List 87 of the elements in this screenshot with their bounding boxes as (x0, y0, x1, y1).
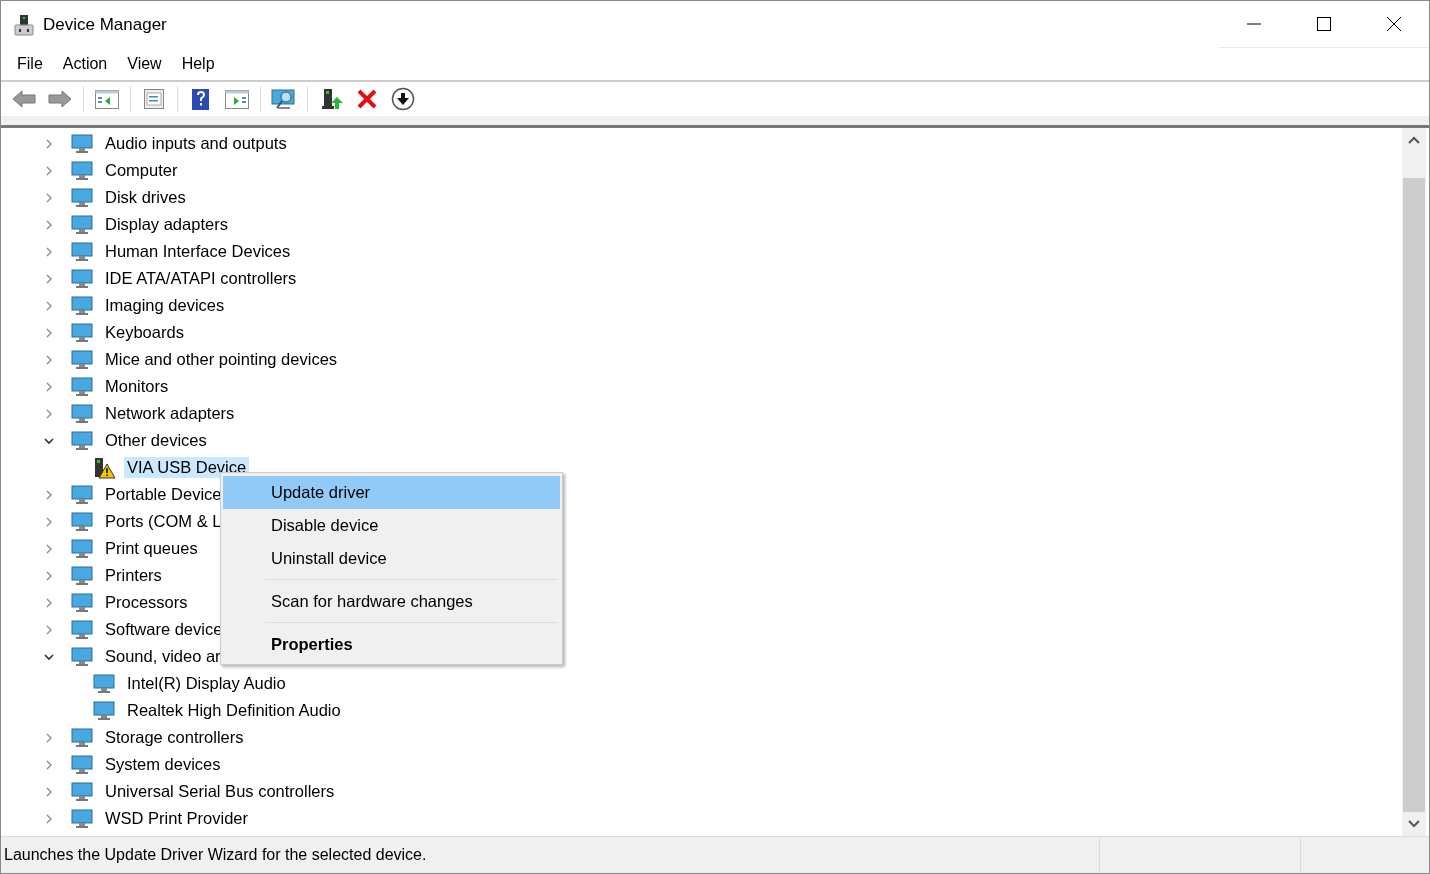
device-icon (70, 267, 94, 290)
device-icon (70, 375, 94, 398)
menu-item[interactable]: Action (52, 55, 118, 73)
device-icon (70, 240, 94, 263)
menu-item[interactable]: Scan for hardware changes (223, 585, 560, 618)
device-icon (70, 321, 94, 344)
device-icon (70, 483, 94, 506)
expand-chevron-icon[interactable] (44, 327, 54, 338)
tree-item[interactable]: System devices (102, 754, 224, 775)
menu-item[interactable]: Update driver (223, 476, 560, 509)
expand-chevron-icon[interactable] (44, 543, 54, 554)
device-icon (70, 348, 94, 371)
collapse-chevron-icon[interactable] (44, 435, 54, 446)
tree-item[interactable]: Universal Serial Bus controllers (102, 781, 338, 802)
menu-item[interactable]: View (117, 55, 172, 73)
expand-chevron-icon[interactable] (44, 165, 54, 176)
menu-item[interactable]: File (7, 55, 53, 73)
close-icon[interactable] (1386, 16, 1402, 32)
expand-chevron-icon[interactable] (44, 489, 54, 500)
expand-chevron-icon[interactable] (44, 597, 54, 608)
device-icon (70, 186, 94, 209)
tree-item[interactable]: Printers (102, 565, 165, 586)
expand-chevron-icon[interactable] (44, 381, 54, 392)
expand-chevron-icon[interactable] (44, 759, 54, 770)
menu-item[interactable]: Properties (223, 628, 560, 661)
device-icon (70, 564, 94, 587)
expand-chevron-icon[interactable] (44, 219, 54, 230)
device-icon (70, 537, 94, 560)
tree-item[interactable]: Imaging devices (102, 295, 228, 316)
tree-item[interactable]: Portable Device (102, 484, 225, 505)
status-text: Launches the Update Driver Wizard for the selected device. (3, 846, 428, 864)
tree-item[interactable]: Computer (102, 160, 181, 181)
device-icon (70, 294, 94, 317)
expand-chevron-icon[interactable] (44, 624, 54, 635)
expand-chevron-icon[interactable] (44, 408, 54, 419)
tree-item[interactable]: Disk drives (102, 187, 189, 208)
tree-item[interactable]: Display adapters (102, 214, 231, 235)
expand-chevron-icon[interactable] (44, 246, 54, 257)
scroll-up-icon[interactable] (1408, 136, 1420, 144)
expand-chevron-icon[interactable] (44, 138, 54, 149)
tree-item[interactable]: Sound, video ar (102, 646, 224, 667)
tree-item[interactable]: Network adapters (102, 403, 238, 424)
tree-item[interactable]: Realtek High Definition Audio (124, 700, 344, 721)
tree-item[interactable]: Audio inputs and outputs (102, 133, 290, 154)
scrollbar[interactable] (1402, 128, 1426, 836)
window-title: Device Manager (43, 14, 167, 35)
expand-chevron-icon[interactable] (44, 732, 54, 743)
device-icon (70, 429, 94, 452)
tree-item[interactable]: Monitors (102, 376, 172, 397)
maximize-icon[interactable] (1316, 16, 1332, 32)
tree-item[interactable]: Other devices (102, 430, 210, 451)
device-icon (70, 726, 94, 749)
expand-chevron-icon[interactable] (44, 354, 54, 365)
device-icon (70, 780, 94, 803)
device-icon (70, 510, 94, 533)
device-icon (70, 591, 94, 614)
expand-chevron-icon[interactable] (44, 570, 54, 581)
device-icon (70, 132, 94, 155)
tree-item[interactable]: IDE ATA/ATAPI controllers (102, 268, 300, 289)
collapse-chevron-icon[interactable] (44, 651, 54, 662)
expand-chevron-icon[interactable] (44, 516, 54, 527)
device-icon (70, 159, 94, 182)
tree-item[interactable]: Intel(R) Display Audio (124, 673, 289, 694)
tree-item[interactable]: Processors (102, 592, 191, 613)
tree-item[interactable]: Human Interface Devices (102, 241, 294, 262)
expand-chevron-icon[interactable] (44, 300, 54, 311)
expand-chevron-icon[interactable] (44, 192, 54, 203)
device-icon (70, 402, 94, 425)
device-icon (70, 645, 94, 668)
menu-item[interactable]: Disable device (223, 509, 560, 542)
device-icon (70, 618, 94, 641)
menu-item[interactable]: Help (171, 55, 225, 73)
device-icon (70, 753, 94, 776)
tree-item[interactable]: WSD Print Provider (102, 808, 252, 829)
tree-item[interactable]: Print queues (102, 538, 201, 559)
menu-item[interactable]: Uninstall device (223, 542, 560, 575)
tree-item[interactable]: Mice and other pointing devices (102, 349, 341, 370)
tree-item[interactable]: Storage controllers (102, 727, 247, 748)
expand-chevron-icon[interactable] (44, 273, 54, 284)
device-icon (70, 807, 94, 830)
device-icon (70, 213, 94, 236)
tree-item[interactable]: Keyboards (102, 322, 187, 343)
scroll-down-icon[interactable] (1408, 820, 1420, 828)
computer-tower-icon (14, 13, 34, 36)
expand-chevron-icon[interactable] (44, 786, 54, 797)
scrollbar-thumb[interactable] (1403, 178, 1425, 812)
expand-chevron-icon[interactable] (44, 813, 54, 824)
